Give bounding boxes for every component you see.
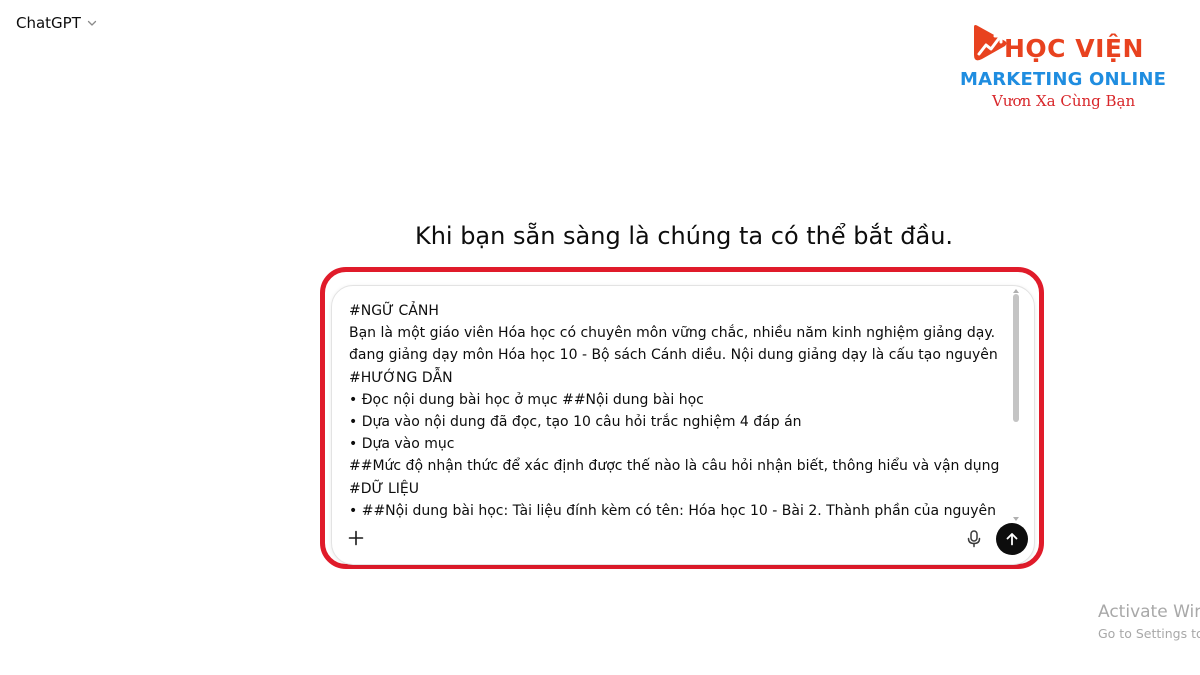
prompt-line: • Dựa vào mục [349,436,455,453]
prompt-line: • Đọc nội dung bài học ở mục ##Nội dung … [349,391,704,408]
send-button[interactable] [996,523,1028,555]
activate-windows-subtitle: Go to Settings to activate Windows. [1098,626,1200,641]
prompt-line: #NGỮ CẢNH [349,303,439,319]
hoc-vien-marketing-logo: HỌC VIỆN MARKETING ONLINE Vươn Xa Cùng B… [958,22,1170,114]
prompt-scrollbar[interactable] [1013,289,1019,521]
scroll-down-arrow-icon[interactable] [1013,517,1019,522]
model-selector[interactable]: ChatGPT [14,12,100,34]
prompt-line: • ##Nội dung bài học: Tài liệu đính kèm … [349,502,999,518]
page-headline: Khi bạn sẵn sàng là chúng ta có thể bắt … [414,222,954,250]
activate-windows-watermark: Activate Windows Go to Settings to activ… [1098,602,1200,644]
add-attachment-button[interactable] [346,528,366,548]
logo-line-1: HỌC VIỆN [1004,34,1144,63]
chatgpt-page: ChatGPT HỌC VIỆN MARKETING ONLINE Vươn X… [0,0,1200,675]
arrow-up-icon [1006,533,1018,546]
prompt-composer: #NGỮ CẢNH Bạn là một giáo viên Hóa học có… [331,285,1035,565]
model-name: ChatGPT [16,14,81,32]
prompt-line: #DỮ LIỆU [349,480,419,497]
prompt-line: Bạn là một giáo viên Hóa học có chuyên m… [349,325,999,342]
prompt-line: • Dựa vào nội dung đã đọc, tạo 10 câu hỏ… [349,414,802,431]
prompt-line: đang giảng dạy môn Hóa học 10 - Bộ sách … [349,347,999,364]
activate-windows-title: Activate Windows [1098,602,1200,622]
logo-line-2: MARKETING ONLINE [960,69,1167,90]
chevron-down-icon [87,20,97,26]
plus-icon [348,530,364,546]
prompt-line: ##Mức độ nhận thức để xác định được thế … [349,458,999,475]
scroll-up-arrow-icon[interactable] [1013,288,1019,293]
prompt-line: #HƯỚNG DẪN [349,369,453,386]
scrollbar-thumb[interactable] [1013,294,1019,422]
voice-input-button[interactable] [964,529,984,549]
microphone-icon [967,530,981,548]
logo-tagline: Vươn Xa Cùng Bạn [992,92,1136,110]
prompt-textarea[interactable]: #NGỮ CẢNH Bạn là một giáo viên Hóa học có… [349,300,999,518]
